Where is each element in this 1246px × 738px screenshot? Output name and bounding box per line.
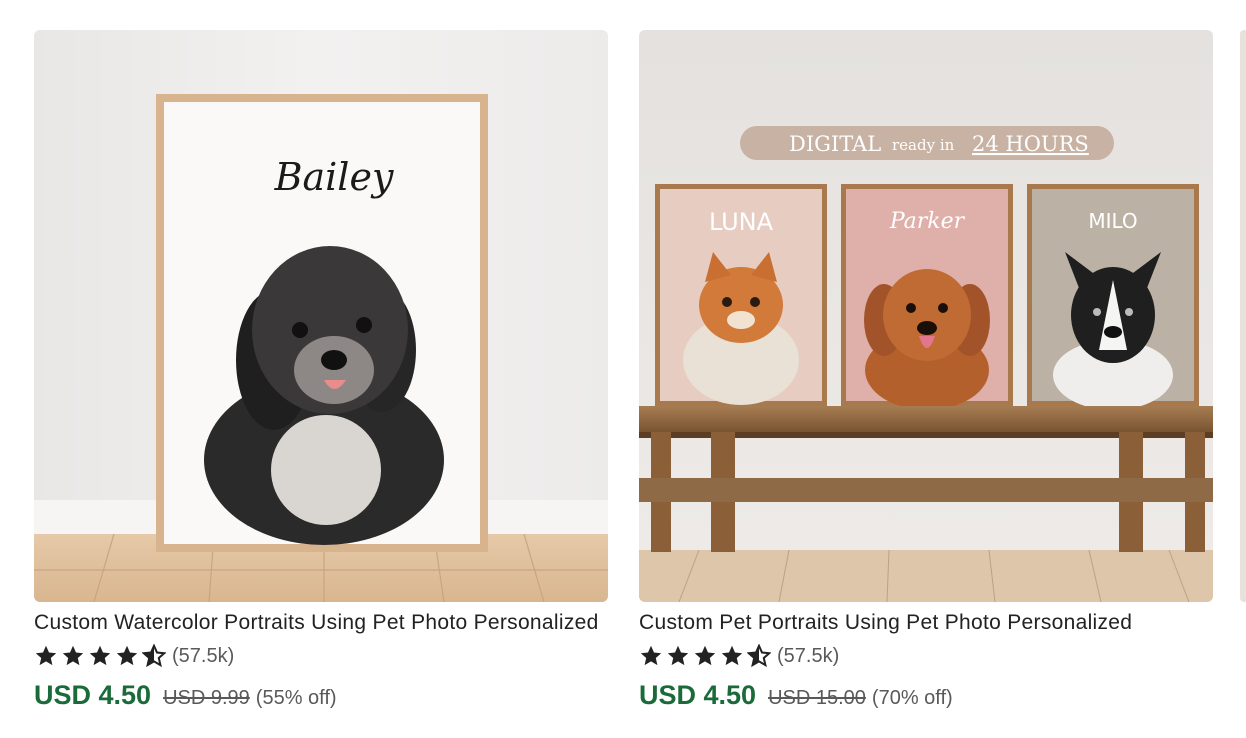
original-price: USD 15.00 (768, 687, 866, 709)
star-rating: (57.5k) (34, 644, 608, 668)
original-price: USD 9.99 (163, 687, 250, 709)
star-rating: (57.5k) (639, 644, 1213, 668)
poodle-illustration (864, 269, 990, 410)
price-row: USD 4.50 USD 15.00 (70% off) (639, 680, 1213, 711)
stars-group (34, 644, 166, 668)
banner-hours-text: 24 HOURS (972, 132, 1089, 156)
listing-card[interactable]: Bailey Custom Watercolor Portraits Using… (34, 30, 608, 711)
pet-portraits-bench-image: DIGITAL ready in 24 HOURS LUNA Parker MI… (639, 30, 1213, 602)
star-filled-icon (640, 645, 662, 666)
listing-image[interactable]: Bailey (34, 30, 608, 602)
sale-price: USD 4.50 (639, 680, 757, 710)
discount-label: (70% off) (871, 687, 953, 709)
listing-title[interactable]: Custom Pet Portraits Using Pet Photo Per… (639, 610, 1213, 636)
banner-digital-text: DIGITAL (789, 132, 881, 156)
listing-card[interactable]: DIGITAL ready in 24 HOURS LUNA Parker MI… (639, 30, 1213, 711)
listing-image[interactable]: DIGITAL ready in 24 HOURS LUNA Parker MI… (639, 30, 1213, 602)
star-filled-icon (721, 645, 743, 666)
star-half-icon (747, 644, 771, 668)
star-filled-icon (116, 645, 138, 666)
frame-name-parker: Parker (889, 209, 966, 234)
review-count: (57.5k) (777, 644, 840, 667)
frame-name-milo: MILO (1088, 209, 1137, 233)
listing-title[interactable]: Custom Watercolor Portraits Using Pet Ph… (34, 610, 608, 636)
star-filled-icon (694, 645, 716, 666)
discount-label: (55% off) (255, 687, 337, 709)
star-filled-icon (89, 645, 111, 666)
frame-name-luna: LUNA (709, 208, 774, 236)
review-count: (57.5k) (172, 644, 235, 667)
star-filled-icon (62, 645, 84, 666)
frame-name-text: Bailey (274, 155, 394, 199)
watercolor-portrait-image: Bailey (34, 30, 608, 602)
banner-ready-text: ready in (892, 136, 955, 154)
price-row: USD 4.50 USD 9.99 (55% off) (34, 680, 608, 711)
star-half-icon (142, 644, 166, 668)
star-filled-icon (667, 645, 689, 666)
sale-price: USD 4.50 (34, 680, 152, 710)
next-listing-image-edge[interactable] (1240, 30, 1246, 602)
stars-group (639, 644, 771, 668)
star-filled-icon (35, 645, 57, 666)
